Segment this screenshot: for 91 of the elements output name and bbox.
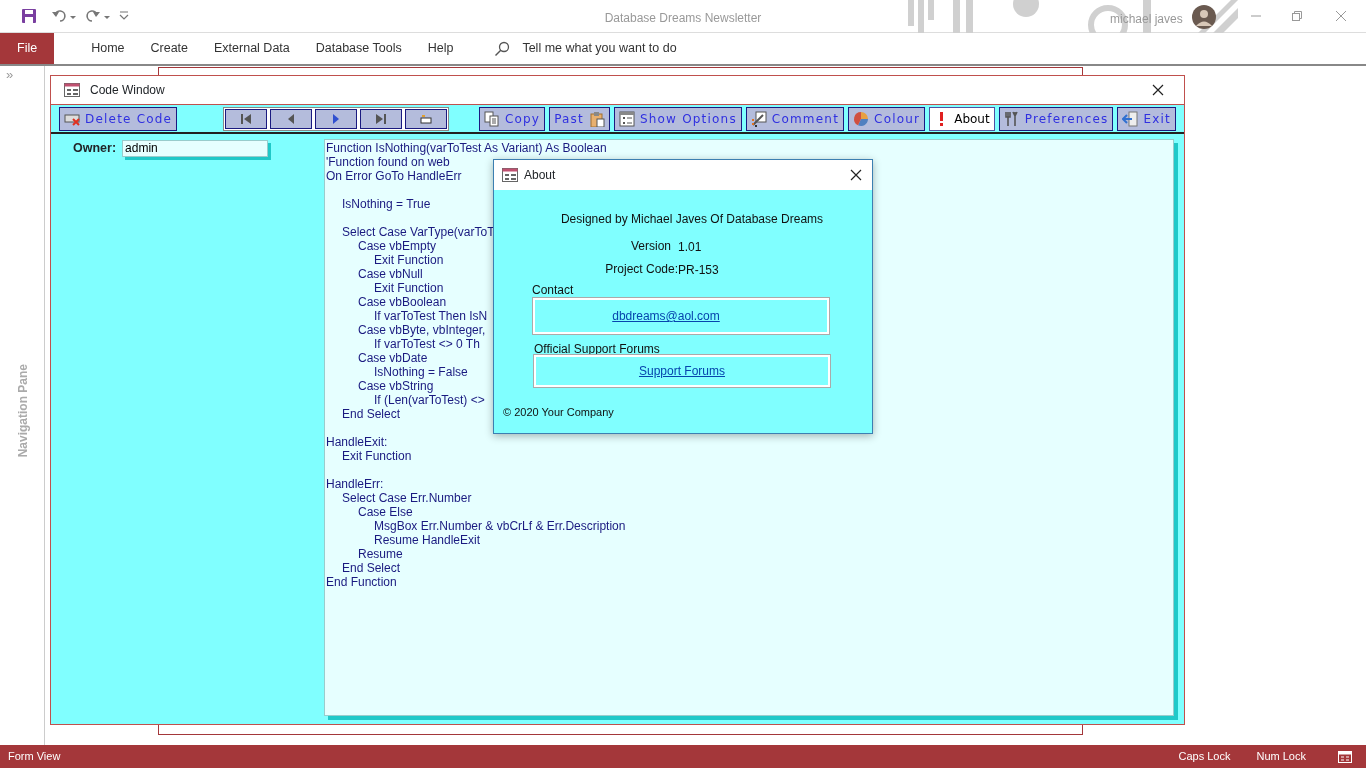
code-line: Resume [358, 547, 403, 561]
list-icon [618, 110, 635, 127]
field-value: PR-153 [678, 262, 719, 279]
toolbar-button[interactable]: Delete Code [59, 106, 178, 131]
code-line: IsNothing = False [374, 365, 468, 379]
designer-credit: Designed by Michael Javes Of Database Dreams [559, 211, 825, 228]
status-indicator: Num Lock [1256, 749, 1306, 765]
field-label: Version [630, 238, 671, 255]
toolbar-button[interactable]: About [929, 106, 995, 131]
form-icon [502, 168, 518, 182]
ribbon-tab[interactable]: Database Tools [302, 33, 415, 64]
owner-field[interactable]: admin [122, 139, 269, 157]
code-line: Case Else [358, 505, 413, 519]
code-line: Exit Function [342, 449, 412, 463]
previous-record-button[interactable] [270, 108, 313, 129]
search-field[interactable]: Tell me what you want to do [520, 38, 781, 59]
last-record-button[interactable] [360, 108, 403, 129]
code-line: Exit Function [374, 253, 444, 267]
field-label: Owner: [73, 140, 117, 157]
first-record-button[interactable] [225, 108, 268, 129]
code-line: Exit Function [374, 281, 444, 295]
dialog-title: About [524, 167, 556, 184]
field-value: 1.01 [678, 239, 702, 256]
customize-caret-icon[interactable] [119, 11, 129, 21]
code-line: End Select [342, 407, 401, 421]
email-link[interactable]: dbdreams@aol.com [612, 307, 720, 325]
skip-last-icon [375, 112, 388, 125]
tools-icon [1003, 110, 1020, 127]
code-line: IsNothing = True [342, 197, 431, 211]
next-record-button[interactable] [315, 108, 358, 129]
toolbar-button[interactable]: Colour [848, 106, 926, 131]
code-line: On Error GoTo HandleErr [326, 169, 462, 183]
code-line: Case vbNull [358, 267, 423, 281]
new-record-button[interactable] [405, 108, 448, 129]
code-line: HandleErr: [326, 477, 384, 491]
code-line: Select Case Err.Number [342, 491, 472, 505]
code-line: Case vbBoolean [358, 295, 447, 309]
code-line: MsgBox Err.Number & vbCrLf & Err.Description [374, 519, 626, 533]
form-view-icon[interactable] [1338, 750, 1352, 763]
exclamation-icon [940, 111, 944, 126]
section-label: Official Support Forums [534, 341, 660, 358]
copy-icon [483, 110, 500, 127]
copyright-text: © 2020 Your Company [503, 405, 614, 420]
ribbon-tab[interactable]: Help [414, 33, 467, 64]
save-icon[interactable] [21, 8, 37, 24]
user-name: michael javes [1110, 11, 1183, 28]
undo-icon[interactable] [51, 8, 77, 24]
form-icon [64, 83, 80, 97]
window-title: Code Window [90, 82, 165, 99]
ribbon-tab[interactable]: File [0, 33, 55, 64]
exit-icon [1122, 110, 1139, 127]
forums-link[interactable]: Support Forums [638, 362, 725, 380]
new-record-icon [420, 112, 433, 125]
code-line: Function IsNothing(varToTest As Variant) As Boolean [326, 141, 607, 155]
code-line: Case vbDate [358, 351, 428, 365]
toolbar-button[interactable]: Past [549, 106, 610, 131]
redo-icon[interactable] [85, 8, 111, 24]
code-line: Case vbEmpty [358, 239, 437, 253]
close-icon[interactable] [1152, 84, 1164, 96]
skip-first-icon [240, 112, 253, 125]
close-button[interactable] [848, 167, 864, 183]
code-line: Select Case VarType(varToT [342, 225, 495, 239]
code-line: End Function [326, 575, 397, 589]
search-icon [494, 40, 511, 57]
section-label: Contact [532, 282, 574, 299]
code-line: Case vbString [358, 379, 434, 393]
view-mode: Form View [8, 749, 61, 765]
ribbon-tab[interactable]: External Data [201, 33, 303, 64]
code-line: End Select [342, 561, 401, 575]
ribbon-tab[interactable]: Home [78, 33, 138, 64]
field-label: Project Code: [605, 261, 678, 278]
pie-icon [853, 110, 870, 127]
code-line: If varToTest Then IsN [374, 309, 488, 323]
pencil-icon [750, 110, 767, 127]
clipboard-icon [588, 110, 605, 127]
code-line: Case vbByte, vbInteger, [358, 323, 486, 337]
ribbon-tab[interactable]: Create [137, 33, 202, 64]
toolbar-button[interactable]: Show Options [613, 106, 742, 131]
toolbar-button[interactable]: Copy [478, 106, 546, 131]
toolbar-button[interactable]: Preferences [998, 106, 1114, 131]
code-line: If (Len(varToTest) <> [374, 393, 485, 407]
code-line: HandleExit: [326, 435, 388, 449]
window-title: Database Dreams Newsletter [604, 10, 762, 27]
toolbar-button[interactable]: Comment [745, 106, 845, 131]
code-line: 'Function found on web [326, 155, 450, 169]
avatar[interactable] [1192, 5, 1216, 29]
restore-icon[interactable] [1291, 10, 1303, 22]
code-line: Resume HandleExit [374, 533, 481, 547]
code-line: If varToTest <> 0 Th [374, 337, 480, 351]
status-indicator: Caps Lock [1178, 749, 1231, 765]
toolbar-button[interactable]: Exit [1117, 106, 1176, 131]
